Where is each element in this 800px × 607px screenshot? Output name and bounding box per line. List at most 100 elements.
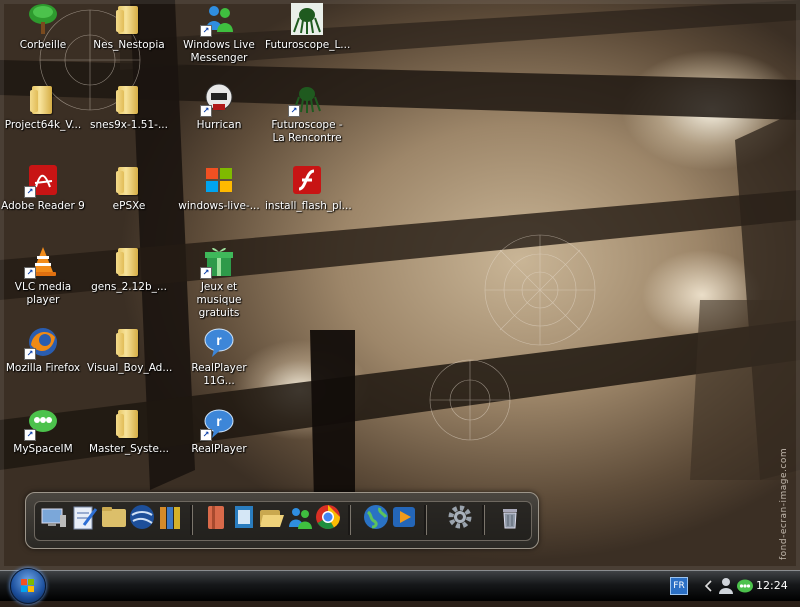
wallpaper-watermark: fond-ecran-image.com — [779, 447, 789, 560]
desktop-icon-label: Mozilla Firefox — [5, 362, 81, 374]
desktop-icon-epsxe[interactable]: ePSXe — [86, 163, 172, 213]
myspaceim-tray-icon[interactable] — [736, 578, 754, 594]
desktop-icon-visual-boy-advance[interactable]: Visual_Boy_Ad... — [86, 325, 172, 375]
hurrican-helmet-icon: ↗ — [200, 82, 236, 117]
application-dock — [25, 492, 539, 549]
desktop-icon-myspaceim[interactable]: ↗ MySpaceIM — [0, 406, 86, 456]
folder-icon[interactable] — [100, 503, 128, 531]
dock-separator — [348, 505, 351, 535]
trash-icon[interactable] — [496, 503, 524, 531]
desktop-icon-vlc[interactable]: ↗ VLC media player — [0, 244, 86, 307]
binder-icon[interactable] — [202, 503, 230, 531]
shortcut-arrow-icon: ↗ — [24, 267, 36, 279]
shortcut-arrow-icon: ↗ — [24, 429, 36, 441]
folder-icon — [26, 82, 60, 116]
desktop-icon-hurrican[interactable]: ↗ Hurrican — [176, 82, 262, 132]
desktop-icon-label: Master_Syste... — [88, 443, 170, 455]
desktop-icon-label: Corbeille — [19, 39, 67, 51]
shortcut-arrow-icon: ↗ — [288, 105, 300, 117]
realplayer-icon: r — [202, 325, 236, 359]
computer-icon[interactable] — [40, 503, 68, 531]
taskbar: FR 12:24 — [0, 568, 800, 604]
system-tray: FR 12:24 — [664, 574, 800, 598]
shortcut-arrow-icon: ↗ — [200, 267, 212, 279]
user-icon[interactable] — [718, 577, 734, 595]
folder-icon — [112, 163, 146, 197]
chrome-icon[interactable] — [314, 503, 342, 531]
desktop-icon-label: Futuroscope - La Rencontre — [271, 119, 343, 144]
settings-gear-icon[interactable] — [446, 503, 474, 531]
document-icon[interactable] — [230, 503, 258, 531]
desktop-icon-label: Windows Live Messenger — [183, 39, 255, 64]
desktop-icon-label: Jeux et musique gratuits — [196, 281, 242, 319]
globe-icon[interactable] — [362, 503, 390, 531]
folder-icon — [112, 406, 146, 440]
desktop-icon-futuroscope-la-rencontre[interactable]: ↗ Futuroscope - La Rencontre — [264, 82, 350, 145]
desktop-icon-label: Nes_Nestopia — [93, 39, 165, 51]
svg-text:r: r — [216, 413, 222, 429]
desktop-icon-label: RealPlayer 11G... — [191, 362, 247, 387]
shortcut-arrow-icon: ↗ — [24, 186, 36, 198]
desktop-icon-snes9x[interactable]: snes9x-1.51-... — [86, 82, 172, 132]
notes-icon[interactable] — [70, 503, 98, 531]
desktop-icon-label: ePSXe — [112, 200, 146, 212]
desktop-icon-label: Hurrican — [196, 119, 242, 131]
language-indicator[interactable]: FR — [670, 577, 688, 595]
messenger-icon: ↗ — [200, 2, 236, 37]
gift-icon: ↗ — [200, 244, 236, 279]
desktop-icon-jeux-et-musique[interactable]: ↗ Jeux et musique gratuits — [176, 244, 262, 320]
folder-icon — [112, 82, 146, 116]
desktop-icon-adobe-reader[interactable]: ↗ Adobe Reader 9 — [0, 163, 86, 213]
shortcut-arrow-icon: ↗ — [24, 348, 36, 360]
desktop-icon-nes-nestopia[interactable]: Nes_Nestopia — [86, 2, 172, 52]
desktop-icon-realplayer[interactable]: r ↗ RealPlayer — [176, 406, 262, 456]
open-folder-icon[interactable] — [258, 503, 286, 531]
desktop-icon-project64k[interactable]: Project64k_V... — [0, 82, 86, 132]
firefox-icon: ↗ — [24, 325, 60, 360]
futuroscope-creature-icon — [290, 2, 324, 36]
desktop-icon-corbeille[interactable]: Corbeille — [0, 2, 86, 52]
desktop-icon-label: Project64k_V... — [4, 119, 82, 131]
realplayer-icon: r ↗ — [200, 406, 236, 441]
desktop-icon-label: snes9x-1.51-... — [90, 119, 168, 131]
desktop-icon-label: MySpaceIM — [13, 443, 73, 455]
windows-start-orb-icon[interactable] — [10, 568, 46, 604]
shortcut-arrow-icon: ↗ — [200, 105, 212, 117]
folder-icon — [112, 2, 146, 36]
desktop-icon-gens[interactable]: gens_2.12b_... — [86, 244, 172, 294]
shortcut-arrow-icon: ↗ — [200, 25, 212, 37]
desktop-icon-label: Adobe Reader 9 — [1, 200, 85, 212]
desktop-icon-label: Visual_Boy_Ad... — [87, 362, 173, 374]
desktop-icon-realplayer-11g[interactable]: r RealPlayer 11G... — [176, 325, 262, 388]
windows-logo-icon — [202, 163, 236, 197]
folder-icon — [112, 244, 146, 278]
recycle-bin-tree-icon — [26, 2, 60, 36]
media-player-icon[interactable] — [390, 503, 418, 531]
vlc-cone-icon: ↗ — [24, 244, 60, 279]
folder-icon — [112, 325, 146, 359]
desktop-icon-label: RealPlayer — [191, 443, 247, 455]
flash-icon — [290, 163, 324, 197]
desktop-icon-label: install_flash_pl... — [265, 200, 352, 212]
desktop-icon-label: gens_2.12b_... — [91, 281, 167, 293]
books-icon[interactable] — [156, 503, 184, 531]
desktop-icon-install-flash-player[interactable]: install_flash_pl... — [264, 163, 352, 213]
google-earth-icon[interactable] — [128, 503, 156, 531]
futuroscope-creature-icon: ↗ — [288, 82, 324, 117]
dock-separator — [482, 505, 485, 535]
dock-separator — [424, 505, 427, 535]
desktop-icon-label: Futuroscope_L... — [265, 39, 351, 51]
adobe-reader-icon: ↗ — [24, 163, 60, 198]
contacts-icon[interactable] — [286, 503, 314, 531]
taskbar-clock[interactable]: 12:24 — [756, 579, 788, 592]
chevron-left-icon[interactable] — [704, 580, 714, 592]
desktop-icon-firefox[interactable]: ↗ Mozilla Firefox — [0, 325, 86, 375]
desktop-icon-windows-live-setup[interactable]: windows-live-... — [176, 163, 262, 213]
svg-text:r: r — [216, 332, 222, 348]
desktop-icon-futuroscope-l[interactable]: Futuroscope_L... — [264, 2, 350, 52]
desktop-icon-windows-live-messenger[interactable]: ↗ Windows Live Messenger — [176, 2, 262, 65]
dock-separator — [190, 505, 193, 535]
desktop-icon-master-system[interactable]: Master_Syste... — [86, 406, 172, 456]
desktop-icon-label: windows-live-... — [178, 200, 260, 212]
desktop-icon-label: VLC media player — [14, 281, 72, 306]
